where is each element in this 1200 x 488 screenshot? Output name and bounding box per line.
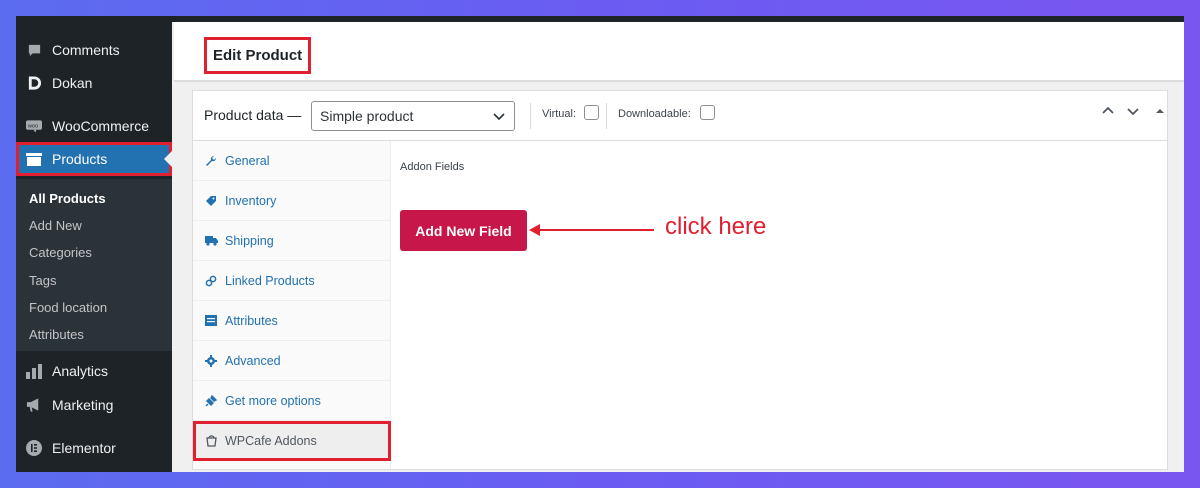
cafe-icon: [204, 434, 218, 447]
divider: [606, 103, 607, 129]
tag-icon: [204, 195, 218, 207]
submenu-tags[interactable]: Tags: [29, 273, 56, 288]
list-icon: [204, 315, 218, 326]
sidebar-item-label: Dokan: [52, 75, 93, 91]
annotation-text: click here: [665, 213, 767, 240]
virtual-checkbox[interactable]: [584, 105, 599, 120]
collapse-toggle-icon[interactable]: [1155, 104, 1165, 121]
tab-label: WPCafe Addons: [225, 433, 317, 448]
product-data-tabs: General Inventory Shipping Linked Produc…: [193, 141, 391, 469]
page-header: Edit Product: [174, 22, 1184, 82]
virtual-label: Virtual:: [542, 108, 577, 120]
sidebar-item-label: Elementor: [52, 440, 116, 456]
downloadable-checkbox[interactable]: [700, 105, 715, 120]
wrench-icon: [204, 155, 218, 167]
tab-label: Get more options: [225, 393, 321, 408]
submenu-all-products[interactable]: All Products: [29, 191, 106, 206]
move-down-icon[interactable]: [1126, 104, 1140, 121]
sidebar-item-label: Products: [52, 151, 108, 167]
tab-wpcafe-addons[interactable]: WPCafe Addons: [193, 421, 391, 461]
products-icon: [26, 151, 42, 167]
tab-shipping[interactable]: Shipping: [193, 221, 391, 261]
submenu-attributes[interactable]: Attributes: [29, 327, 84, 342]
sidebar-item-label: Comments: [52, 42, 120, 58]
sidebar-item-dokan[interactable]: Dokan: [16, 66, 172, 100]
tab-general[interactable]: General: [193, 141, 391, 181]
admin-sidebar: Comments Dokan woo WooCommerce Products …: [16, 16, 172, 472]
megaphone-icon: [26, 397, 42, 413]
tab-label: Inventory: [225, 193, 277, 208]
submenu-food-location[interactable]: Food location: [29, 300, 107, 315]
add-new-field-button[interactable]: Add New Field: [400, 210, 527, 251]
truck-icon: [204, 235, 218, 246]
tab-linked-products[interactable]: Linked Products: [193, 261, 391, 301]
wp-admin-screen: Comments Dokan woo WooCommerce Products …: [16, 16, 1184, 472]
elementor-icon: [26, 440, 42, 456]
tab-label: Advanced: [225, 353, 281, 368]
svg-text:woo: woo: [27, 123, 38, 129]
sidebar-item-label: Analytics: [52, 363, 109, 379]
tab-get-more-options[interactable]: Get more options: [193, 381, 391, 421]
tab-advanced[interactable]: Advanced: [193, 341, 391, 381]
sidebar-item-comments[interactable]: Comments: [16, 33, 172, 67]
downloadable-label: Downloadable:: [618, 108, 691, 120]
product-data-header: Product data — Simple product Virtual: D…: [193, 91, 1167, 141]
sidebar-item-elementor[interactable]: Elementor: [16, 431, 172, 465]
woo-icon: woo: [26, 118, 42, 134]
sidebar-item-label: Marketing: [52, 397, 114, 413]
move-up-icon[interactable]: [1101, 104, 1115, 121]
product-type-value: Simple product: [320, 108, 414, 124]
sidebar-item-woocommerce[interactable]: woo WooCommerce: [16, 109, 172, 143]
product-data-label: Product data —: [204, 107, 302, 123]
sidebar-item-label: WooCommerce: [52, 118, 149, 134]
dokan-icon: [26, 75, 42, 91]
tab-label: General: [225, 153, 270, 168]
product-type-select[interactable]: Simple product: [311, 101, 515, 131]
tab-inventory[interactable]: Inventory: [193, 181, 391, 221]
gear-icon: [204, 354, 218, 367]
tab-label: Attributes: [225, 313, 278, 328]
bar-chart-icon: [26, 363, 42, 379]
tab-label: Linked Products: [225, 273, 315, 288]
sidebar-item-products[interactable]: Products: [16, 142, 172, 176]
annotation-arrow-line: [538, 229, 654, 231]
submenu-categories[interactable]: Categories: [29, 245, 92, 260]
active-indicator: [164, 151, 172, 167]
tab-attributes[interactable]: Attributes: [193, 301, 391, 341]
sidebar-item-analytics[interactable]: Analytics: [16, 354, 172, 388]
sidebar-item-marketing[interactable]: Marketing: [16, 388, 172, 422]
tab-label: Shipping: [225, 233, 274, 248]
product-data-panel: Product data — Simple product Virtual: D…: [192, 90, 1168, 470]
comment-icon: [26, 42, 42, 58]
submenu-add-new[interactable]: Add New: [29, 218, 82, 233]
page-title: Edit Product: [204, 37, 312, 74]
addon-fields-label: Addon Fields: [400, 161, 465, 173]
link-icon: [204, 275, 218, 287]
plugin-icon: [204, 394, 218, 407]
products-submenu: All Products Add New Categories Tags Foo…: [16, 179, 172, 351]
chevron-down-icon: [493, 109, 505, 125]
divider: [530, 103, 531, 129]
